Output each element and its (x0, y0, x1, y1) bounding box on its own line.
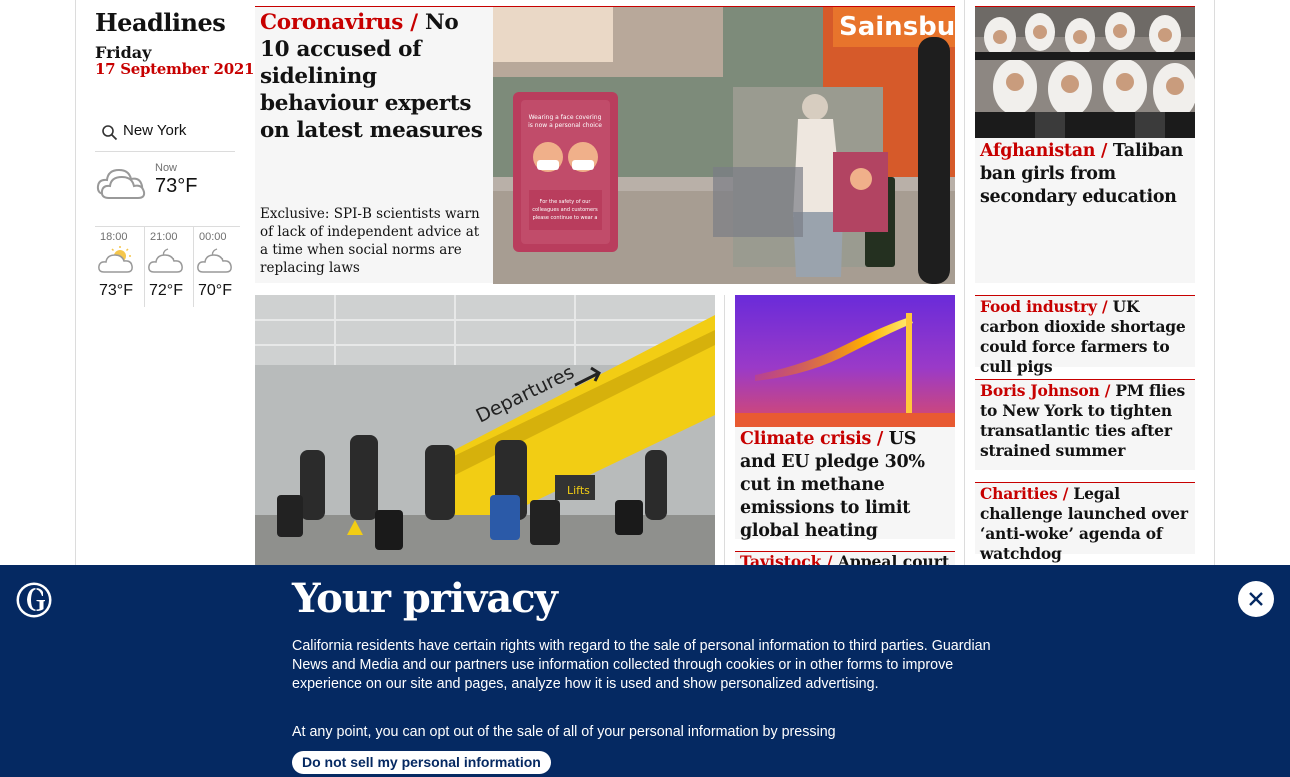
afghanistan-story-card[interactable]: Afghanistan / Taliban ban girls from sec… (975, 6, 1195, 283)
svg-text:For the safety of our: For the safety of our (540, 199, 592, 205)
story-kicker: Boris Johnson / (980, 381, 1111, 400)
afghanistan-story-image[interactable] (975, 7, 1195, 138)
story-kicker: Afghanistan / (980, 141, 1108, 161)
cloud-night-icon (148, 248, 183, 273)
lead-story-card[interactable]: Coronavirus / No 10 accused of sidelinin… (255, 6, 955, 284)
climate-story-image[interactable] (735, 295, 955, 427)
do-not-sell-button[interactable]: Do not sell my personal information (292, 751, 551, 774)
svg-text:colleagues and customers: colleagues and customers (532, 207, 598, 213)
story-kicker: Food industry / (980, 297, 1108, 316)
privacy-optout-text: At any point, you can opt out of the sal… (292, 724, 836, 740)
forecast-time: 00:00 (199, 231, 227, 243)
story-headline[interactable]: Charities / Legal challenge launched ove… (980, 484, 1192, 564)
weather-location-search[interactable]: New York (95, 116, 235, 152)
weather-now-label: Now (155, 162, 178, 174)
lead-story-image[interactable]: Sainsbury's Taplow Wearing a face coveri… (493, 7, 955, 284)
forecast-temp: 73°F (99, 282, 133, 299)
forecast-item[interactable]: 18:00 73°F (95, 227, 143, 307)
partly-sunny-icon (98, 246, 133, 273)
weather-now-temp: 73°F (155, 175, 198, 197)
forecast-item[interactable]: 00:00 70°F (193, 227, 241, 307)
section-title: Headlines (95, 8, 226, 37)
story-kicker: Climate crisis / (740, 429, 883, 449)
forecast-temp: 70°F (198, 282, 232, 299)
afghanistan-headline[interactable]: Afghanistan / Taliban ban girls from sec… (980, 140, 1192, 209)
forecast-time: 18:00 (100, 231, 128, 243)
forecast-time: 21:00 (150, 231, 178, 243)
close-button[interactable] (1238, 581, 1274, 617)
lead-standfirst: Exclusive: SPI-B scientists warn of lack… (260, 206, 480, 276)
location-text: New York (123, 122, 187, 139)
story-headline[interactable]: Food industry / UK carbon dioxide shorta… (980, 297, 1192, 377)
privacy-title: Your privacy (292, 575, 558, 622)
story-card[interactable]: Charities / Legal challenge launched ove… (975, 482, 1195, 563)
svg-text:is now a personal choice: is now a personal choice (528, 122, 602, 129)
story-kicker: Charities / (980, 484, 1069, 503)
climate-headline[interactable]: Climate crisis / US and EU pledge 30% cu… (740, 428, 952, 543)
svg-text:please continue to wear a: please continue to wear a (533, 215, 598, 221)
story-kicker: Coronavirus / (260, 10, 418, 35)
forecast-item[interactable]: 21:00 72°F (144, 227, 192, 307)
cloud-night-icon (197, 248, 232, 273)
lead-headline[interactable]: Coronavirus / No 10 accused of sidelinin… (260, 9, 490, 144)
climate-story-card[interactable]: Climate crisis / US and EU pledge 30% cu… (735, 295, 955, 541)
story-headline[interactable]: Boris Johnson / PM flies to New York to … (980, 381, 1192, 461)
search-icon (102, 125, 118, 141)
svg-text:Wearing a face covering: Wearing a face covering (529, 114, 602, 121)
guardian-logo-icon (16, 582, 52, 618)
privacy-banner: Your privacy California residents have c… (0, 565, 1290, 777)
weather-forecast: 18:00 73°F 21:00 72°F 00:00 70°F (95, 226, 241, 307)
close-icon (1249, 592, 1263, 606)
privacy-body: California residents have certain rights… (292, 638, 991, 692)
date-full: 17 September 2021 (95, 60, 255, 78)
cloud-icon (96, 168, 146, 199)
travel-story-image[interactable]: Departures Lifts (255, 295, 715, 577)
lifts-sign: Lifts (567, 484, 590, 497)
forecast-temp: 72°F (149, 282, 183, 299)
story-card[interactable]: Boris Johnson / PM flies to New York to … (975, 379, 1195, 470)
story-card[interactable]: Food industry / UK carbon dioxide shorta… (975, 295, 1195, 376)
